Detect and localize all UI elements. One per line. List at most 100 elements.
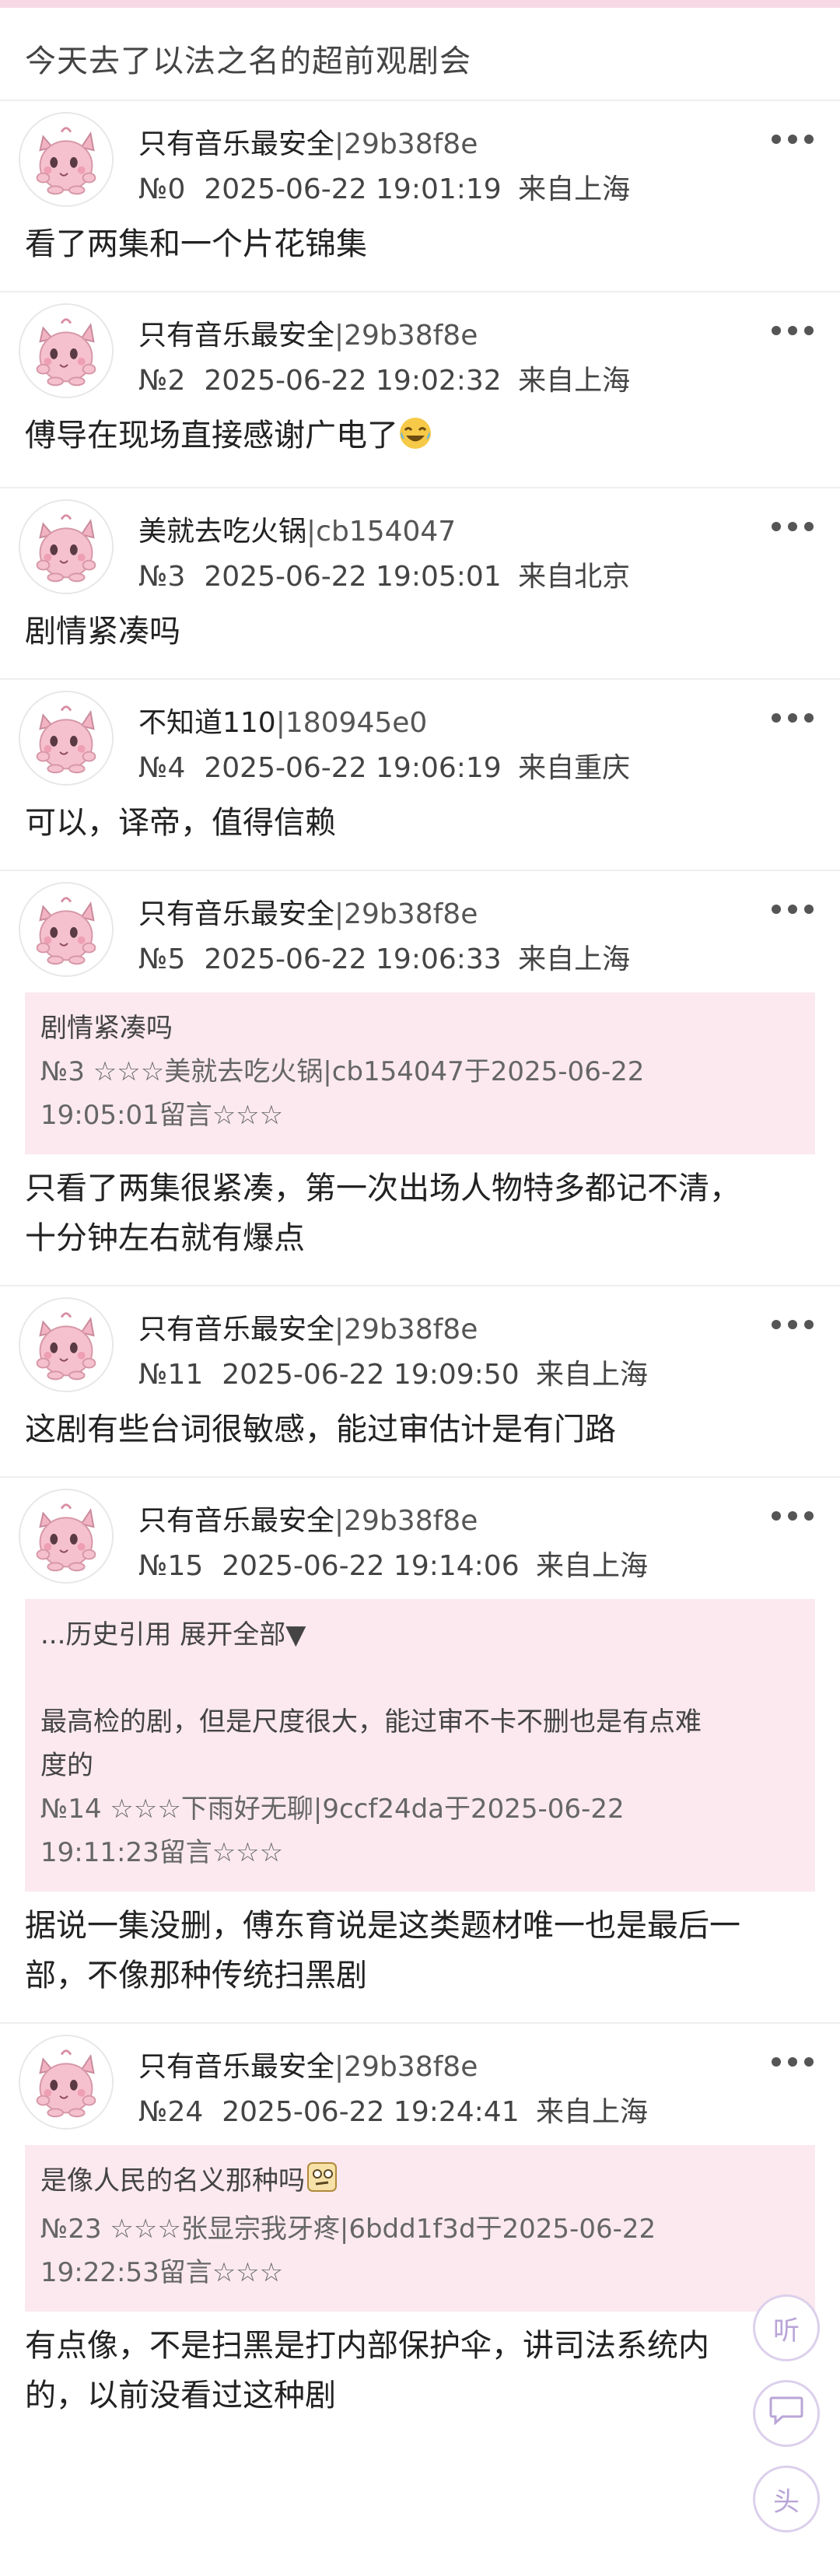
post-time: 2025-06-22 19:02:32 [204,365,502,397]
quote-source-time: 19:22:53留言☆☆☆ [40,2257,284,2288]
avatar-illustration [20,692,112,784]
top-label: 头 [773,2486,800,2518]
post-location: 来自上海 [518,173,631,205]
post-location: 来自上海 [536,1359,649,1391]
user-hash: |cb154047 [306,516,457,548]
user-avatar[interactable] [19,499,114,594]
user-avatar[interactable] [19,1297,114,1392]
quote-text-line: 最高检的剧，但是尺度很大，能过审不卡不删也是有点难 [40,1706,702,1738]
floor-number: №0 [138,173,186,205]
quoted-reply[interactable]: 是像人民的名义那种吗 №23 ☆☆☆张显宗我牙疼|6bdd1f3d于2025-0… [25,2145,815,2312]
avatar-illustration [20,2036,112,2128]
post-body: 可以，译帝，值得信赖 [25,805,336,841]
quote-source-time: 19:05:01留言☆☆☆ [40,1100,284,1131]
post-location: 来自上海 [518,365,631,397]
post-time: 2025-06-22 19:01:19 [204,173,502,205]
more-options-icon[interactable] [772,2050,814,2074]
floor-number: №24 [138,2096,204,2128]
post-author[interactable]: 只有音乐最安全|29b38f8e [138,891,478,932]
user-avatar[interactable] [19,691,114,786]
post-author[interactable]: 只有音乐最安全|29b38f8e [138,313,478,353]
avatar-illustration [20,884,112,975]
post-item: 不知道110|180945e0 №4 2025-06-22 19:06:19 来自… [0,680,840,871]
post-text-line: 据说一集没删，傅东育说是这类题材唯一也是最后一 [25,1908,740,1944]
floor-number: №15 [138,1550,204,1582]
user-avatar[interactable] [19,1489,114,1584]
post-body: 看了两集和一个片花锦集 [25,226,367,262]
more-options-icon[interactable] [772,319,814,342]
thinking-emoji-icon [305,2160,339,2207]
user-hash: |29b38f8e [334,128,478,160]
post-meta: №4 2025-06-22 19:06:19 来自重庆 [138,745,630,786]
floor-number: №2 [138,365,186,397]
quote-text-line: 度的 [40,1750,93,1781]
post-author[interactable]: 只有音乐最安全|29b38f8e [138,1307,478,1347]
username: 只有音乐最安全 [138,898,335,930]
expand-history-link[interactable]: ...历史引用 展开全部▼ [40,1613,800,1657]
post-body: 剧情紧凑吗 [25,614,180,649]
post-text: 傅导在现场直接感谢广电了 [25,418,398,453]
avatar-illustration [20,501,112,593]
post-body: 只看了两集很紧凑，第一次出场人物特多都记不清， 十分钟左右就有爆点 [0,1154,840,1285]
user-avatar[interactable] [19,303,114,398]
post-author[interactable]: 只有音乐最安全|29b38f8e [138,2044,478,2084]
post-item: 只有音乐最安全|29b38f8e №5 2025-06-22 19:06:33 来… [0,871,840,1286]
floor-number: №11 [138,1359,204,1391]
quote-source: №3 ☆☆☆美就去吃火锅|cb154047于2025-06-22 [40,1056,645,1087]
post-meta: №2 2025-06-22 19:02:32 来自上海 [138,358,630,398]
user-avatar[interactable] [19,112,114,207]
post-meta: №0 2025-06-22 19:01:19 来自上海 [138,166,630,207]
user-avatar[interactable] [19,2035,114,2130]
listen-button[interactable]: 听 [753,2294,820,2361]
more-options-icon[interactable] [772,1313,814,1336]
quote-text-content: 是像人民的名义那种吗 [40,2165,305,2196]
avatar-illustration [20,1490,112,1582]
quoted-reply[interactable]: 剧情紧凑吗 №3 ☆☆☆美就去吃火锅|cb154047于2025-06-22 1… [25,992,815,1154]
post-author[interactable]: 只有音乐最安全|29b38f8e [138,1498,478,1538]
post-list: 只有音乐最安全|29b38f8e №0 2025-06-22 19:01:19 来… [0,101,840,2442]
post-meta: №15 2025-06-22 19:14:06 来自上海 [138,1543,648,1584]
quoted-reply[interactable]: ...历史引用 展开全部▼ 最高检的剧，但是尺度很大，能过审不卡不删也是有点难 … [25,1599,815,1892]
post-text-line: 有点像，不是扫黑是打内部保护伞，讲司法系统内 [25,2328,709,2364]
floor-number: №4 [138,752,186,784]
more-options-icon[interactable] [772,515,814,538]
back-to-top-button[interactable]: 头 [753,2466,820,2532]
post-item: 只有音乐最安全|29b38f8e №11 2025-06-22 19:09:50 … [0,1286,840,1478]
user-hash: |180945e0 [275,707,428,739]
username: 不知道110 [138,707,276,739]
post-time: 2025-06-22 19:24:41 [222,2096,520,2128]
post-item: 只有音乐最安全|29b38f8e №0 2025-06-22 19:01:19 来… [0,101,840,292]
post-text-line: 只看了两集很紧凑，第一次出场人物特多都记不清， [25,1171,740,1206]
more-options-icon[interactable] [772,706,814,730]
post-text-line: 十分钟左右就有爆点 [25,1220,305,1256]
post-time: 2025-06-22 19:05:01 [204,561,502,593]
quote-source: №14 ☆☆☆下雨好无聊|9ccf24da于2025-06-22 [40,1794,625,1825]
post-location: 来自上海 [518,943,631,975]
post-author[interactable]: 不知道110|180945e0 [138,700,427,740]
more-options-icon[interactable] [772,1504,814,1528]
post-body: 傅导在现场直接感谢广电了 [0,401,840,487]
post-body: 这剧有些台词很敏感，能过审估计是有门路 [25,1412,616,1447]
listen-label: 听 [773,2315,800,2347]
post-meta: №5 2025-06-22 19:06:33 来自上海 [138,936,630,977]
post-text-line: 的，以前没看过这种剧 [25,2378,336,2413]
post-meta: №24 2025-06-22 19:24:41 来自上海 [138,2089,648,2130]
more-options-icon[interactable] [772,128,814,151]
username: 美就去吃火锅 [138,516,307,548]
quote-source: №23 ☆☆☆张显宗我牙疼|6bdd1f3d于2025-06-22 [40,2214,656,2245]
post-author[interactable]: 只有音乐最安全|29b38f8e [138,121,478,162]
comment-button[interactable] [753,2380,820,2447]
post-time: 2025-06-22 19:06:33 [204,943,502,975]
post-item: 只有音乐最安全|29b38f8e №2 2025-06-22 19:02:32 来… [0,292,840,488]
username: 只有音乐最安全 [138,128,335,160]
post-body: 据说一集没删，傅东育说是这类题材唯一也是最后一 部，不像那种传统扫黑剧 [0,1892,840,2022]
more-options-icon[interactable] [772,898,814,921]
post-author[interactable]: 美就去吃火锅|cb154047 [138,509,456,549]
username: 只有音乐最安全 [138,1505,335,1537]
thread-title: 今天去了以法之名的超前观剧会 [0,8,840,101]
user-hash: |29b38f8e [334,1505,478,1537]
post-meta: №3 2025-06-22 19:05:01 来自北京 [138,554,630,594]
user-hash: |29b38f8e [334,320,478,352]
laughing-tears-emoji-icon [398,415,432,465]
user-avatar[interactable] [19,882,114,977]
